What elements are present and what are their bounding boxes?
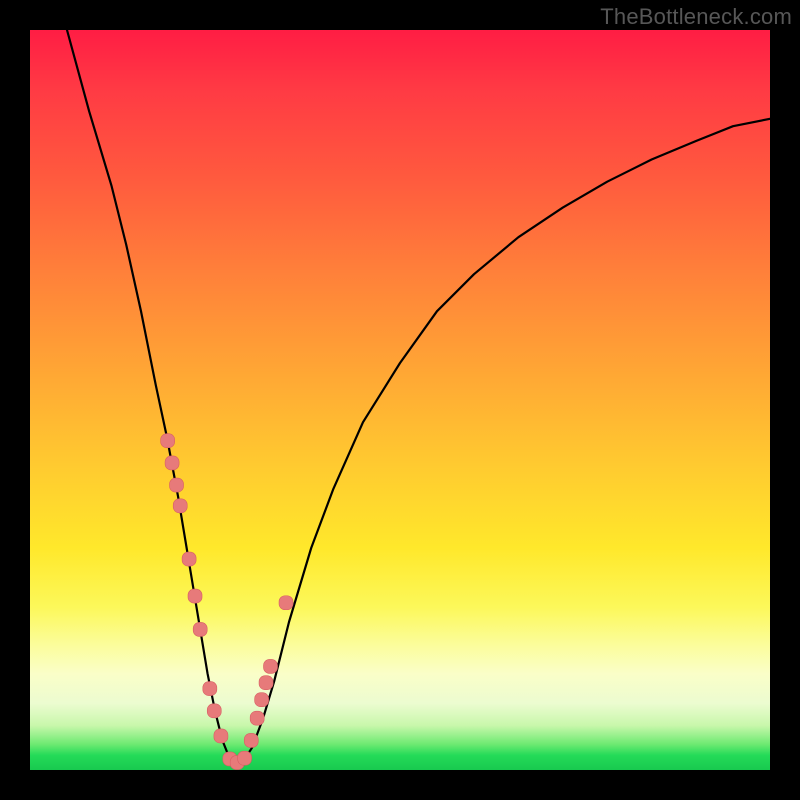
chart-frame: TheBottleneck.com [0, 0, 800, 800]
marker-point [214, 729, 228, 743]
marker-point [203, 682, 217, 696]
marker-point [250, 711, 264, 725]
chart-svg [30, 30, 770, 770]
marker-point [165, 456, 179, 470]
bottleneck-curve [67, 30, 770, 763]
marker-point [207, 704, 221, 718]
marker-point [173, 499, 187, 513]
marker-point [238, 751, 252, 765]
marker-point [244, 733, 258, 747]
highlighted-markers [161, 434, 293, 770]
marker-point [259, 676, 273, 690]
marker-point [193, 622, 207, 636]
marker-point [279, 596, 293, 610]
attribution-text: TheBottleneck.com [600, 4, 792, 30]
marker-point [182, 552, 196, 566]
marker-point [161, 434, 175, 448]
marker-point [264, 659, 278, 673]
marker-point [188, 589, 202, 603]
marker-point [170, 478, 184, 492]
marker-point [255, 693, 269, 707]
